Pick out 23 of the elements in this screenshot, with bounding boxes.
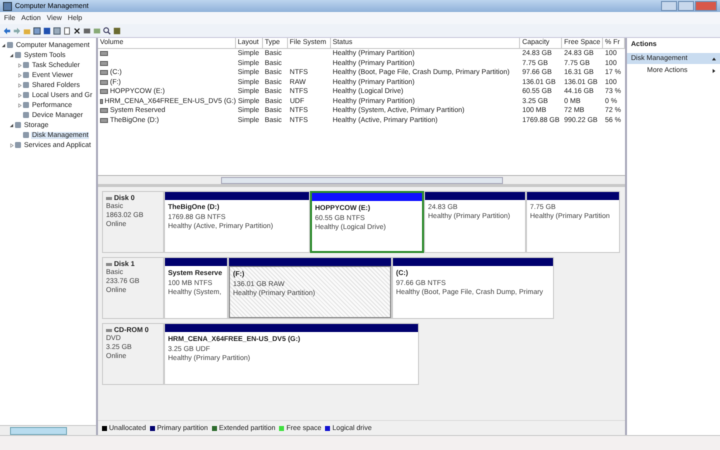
expand-arrow-icon[interactable] <box>9 142 14 148</box>
submenu-arrow-icon <box>712 68 716 72</box>
delete-icon[interactable] <box>73 26 81 34</box>
minimize-button[interactable] <box>661 1 677 11</box>
expand-arrow-icon[interactable] <box>17 102 22 108</box>
expand-arrow-icon[interactable] <box>17 92 22 98</box>
forward-icon[interactable] <box>13 26 21 34</box>
expand-arrow-icon[interactable] <box>17 62 22 68</box>
horizontal-scrollbar[interactable] <box>0 425 96 435</box>
collapse-arrow-icon[interactable] <box>1 42 6 48</box>
search-icon[interactable] <box>103 26 111 34</box>
collapse-icon[interactable] <box>712 56 716 60</box>
collapse-arrow-icon[interactable] <box>9 52 14 58</box>
panel-icon[interactable] <box>53 26 61 34</box>
maximize-button[interactable] <box>678 1 694 11</box>
document-icon[interactable] <box>63 26 71 34</box>
expand-arrow-icon[interactable] <box>17 72 22 78</box>
horizontal-scrollbar[interactable] <box>98 176 625 187</box>
collapse-arrow-icon[interactable] <box>9 122 14 128</box>
back-icon[interactable] <box>3 26 11 34</box>
computer-icon <box>3 2 12 10</box>
panel-icon[interactable] <box>33 26 41 34</box>
expand-arrow-icon[interactable] <box>17 82 22 88</box>
